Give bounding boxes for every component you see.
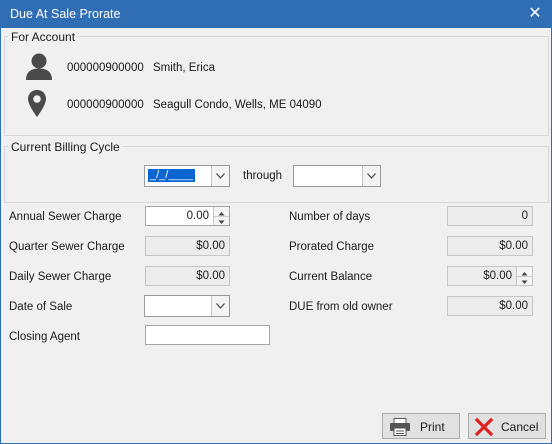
current-balance-input[interactable]: $0.00 — [447, 266, 533, 286]
close-icon[interactable]: ✕ — [525, 4, 545, 24]
chevron-down-icon[interactable] — [211, 166, 229, 186]
daily-sewer-charge-label: Daily Sewer Charge — [9, 271, 112, 283]
due-from-old-owner-value: $0.00 — [499, 300, 528, 312]
date-of-sale-picker[interactable] — [144, 295, 230, 317]
person-icon — [25, 53, 53, 83]
print-button-label: Print — [420, 420, 445, 434]
for-account-label: For Account — [8, 30, 79, 44]
quarter-sewer-charge-label: Quarter Sewer Charge — [9, 241, 125, 253]
number-of-days-field: 0 — [447, 206, 533, 226]
due-at-sale-prorate-window: Due At Sale Prorate ✕ For Account 000000… — [0, 0, 552, 444]
annual-sewer-charge-label: Annual Sewer Charge — [9, 211, 122, 223]
number-of-days-label: Number of days — [289, 211, 371, 223]
for-account-group — [4, 36, 549, 136]
prorated-charge-field: $0.00 — [447, 236, 533, 256]
through-label: through — [243, 170, 283, 182]
quarter-sewer-charge-value: $0.00 — [196, 240, 225, 252]
annual-sewer-charge-spinner[interactable] — [213, 207, 229, 225]
billing-start-date-picker[interactable]: _/_/____ — [144, 165, 230, 187]
billing-cycle-label: Current Billing Cycle — [8, 140, 123, 154]
number-of-days-value: 0 — [521, 210, 528, 222]
location-address: Seagull Condo, Wells, ME 04090 — [153, 99, 322, 111]
prorated-charge-value: $0.00 — [499, 240, 528, 252]
prorated-charge-label: Prorated Charge — [289, 241, 375, 253]
chevron-down-icon[interactable] — [362, 166, 380, 186]
annual-sewer-charge-value[interactable]: 0.00 — [187, 210, 209, 222]
billing-start-date-value[interactable]: _/_/____ — [148, 169, 195, 182]
window-title: Due At Sale Prorate — [10, 7, 121, 21]
owner-account-number: 000000900000 — [67, 62, 144, 74]
cancel-button-label: Cancel — [501, 420, 539, 434]
due-from-old-owner-label: DUE from old owner — [289, 301, 393, 313]
location-account-number: 000000900000 — [67, 99, 144, 111]
due-from-old-owner-field: $0.00 — [447, 296, 533, 316]
spin-down-icon[interactable] — [214, 216, 229, 225]
quarter-sewer-charge-field: $0.00 — [145, 236, 230, 256]
daily-sewer-charge-field: $0.00 — [145, 266, 230, 286]
closing-agent-input[interactable] — [145, 325, 270, 345]
daily-sewer-charge-value: $0.00 — [196, 270, 225, 282]
owner-name: Smith, Erica — [153, 62, 215, 74]
location-pin-icon — [27, 89, 47, 121]
annual-sewer-charge-input[interactable]: 0.00 — [145, 206, 230, 226]
cancel-button[interactable]: Cancel — [468, 413, 546, 439]
printer-icon — [389, 418, 411, 439]
chevron-down-icon[interactable] — [211, 296, 229, 316]
print-button[interactable]: Print — [382, 413, 460, 439]
current-balance-label: Current Balance — [289, 271, 373, 283]
cancel-x-icon — [474, 417, 494, 439]
billing-end-date-picker[interactable] — [293, 165, 381, 187]
current-balance-value[interactable]: $0.00 — [483, 270, 512, 282]
spin-down-icon[interactable] — [517, 276, 532, 285]
date-of-sale-label: Date of Sale — [9, 301, 73, 313]
title-bar[interactable]: Due At Sale Prorate ✕ — [1, 1, 551, 28]
current-balance-spinner[interactable] — [516, 267, 532, 285]
closing-agent-label: Closing Agent — [9, 331, 80, 343]
